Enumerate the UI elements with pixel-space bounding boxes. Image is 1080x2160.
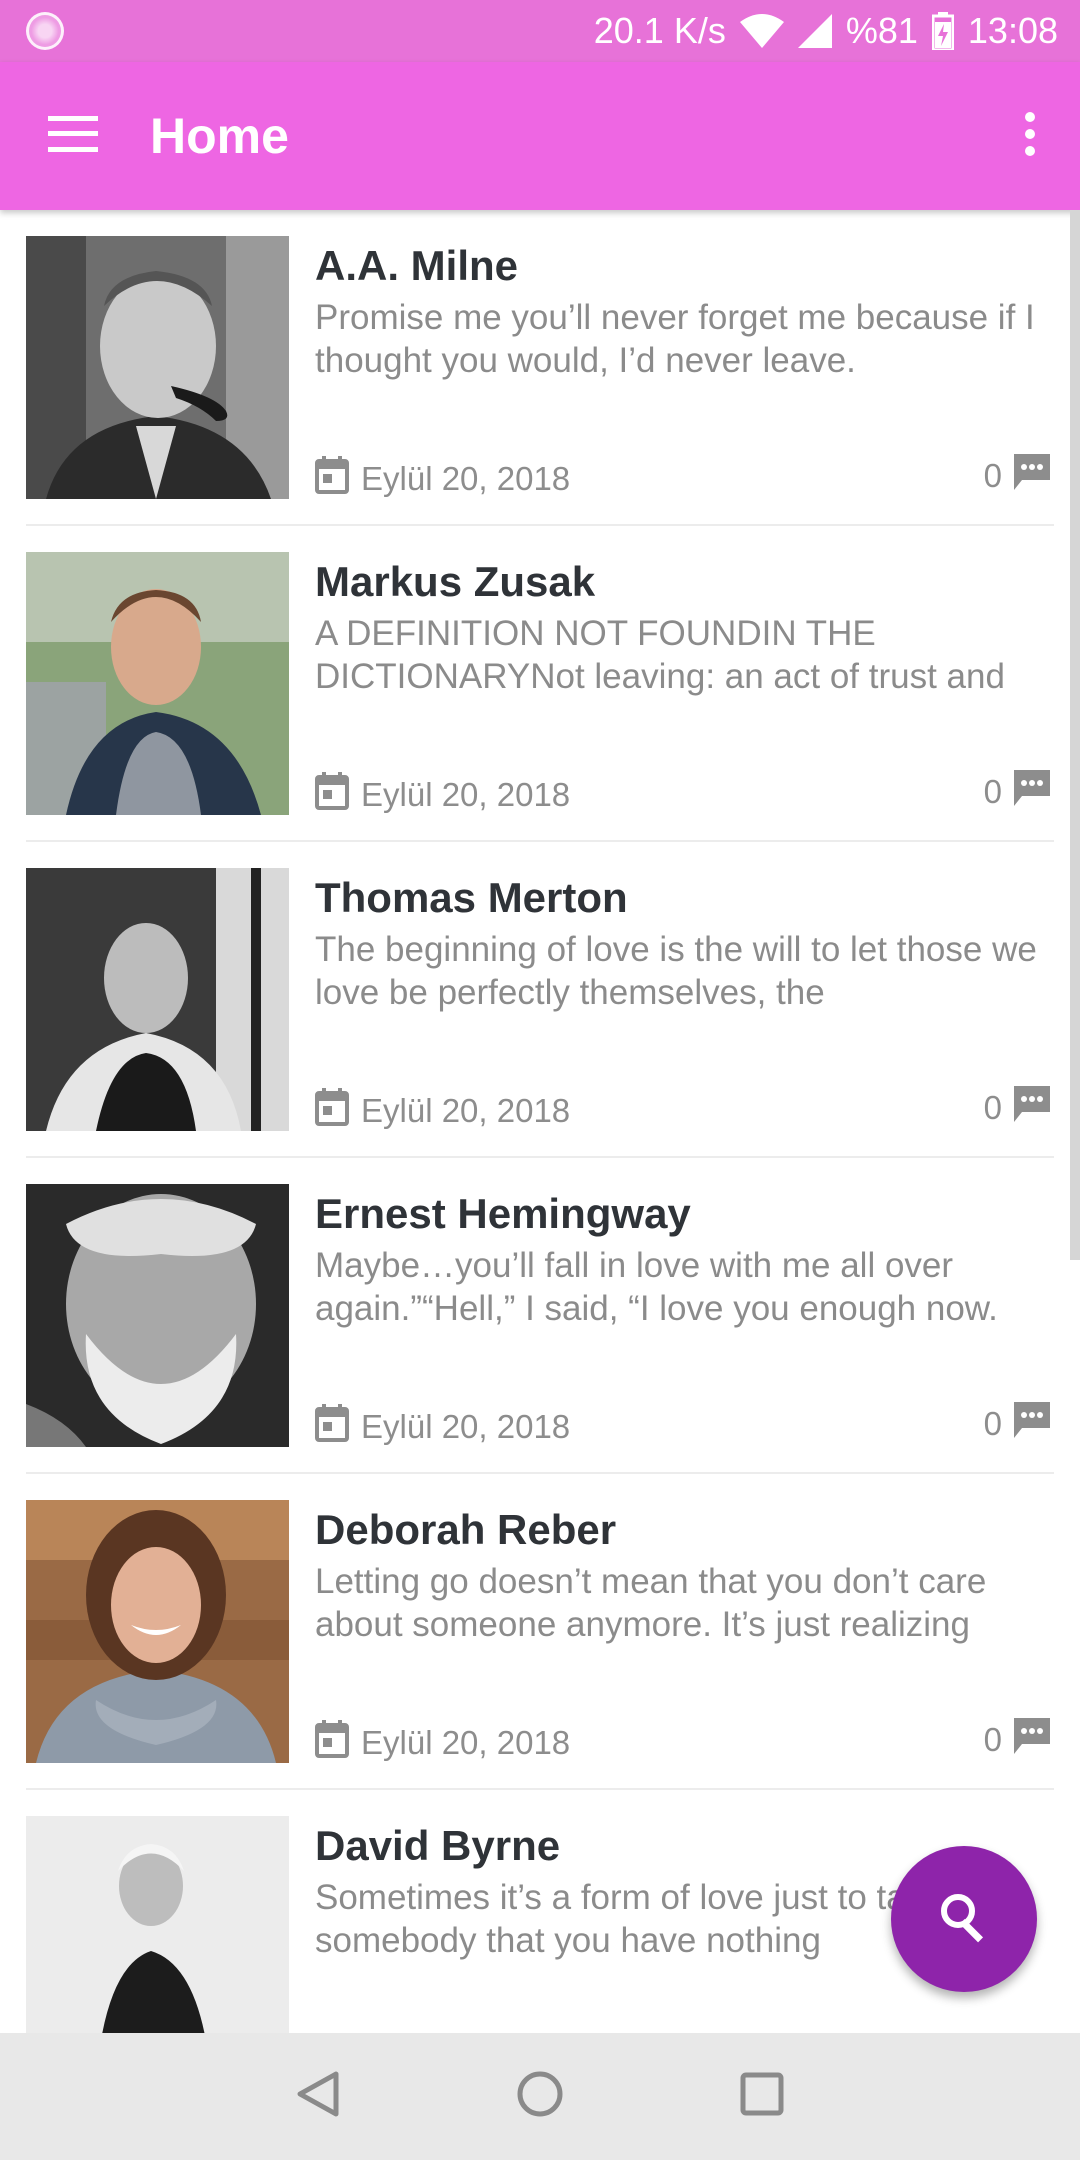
author-photo (26, 236, 289, 499)
calendar-icon (315, 1088, 349, 1134)
author-name: David Byrne (315, 1822, 561, 1869)
list-item[interactable]: Ernest Hemingway Maybe…you’ll fall in lo… (26, 1158, 1054, 1474)
comment-count-label: 0 (983, 1089, 1002, 1126)
author-name: Thomas Merton (315, 874, 628, 921)
author-photo (26, 868, 289, 1131)
post-date: Eylül 20, 2018 (315, 1720, 570, 1766)
author-photo (26, 552, 289, 815)
date-label: Eylül 20, 2018 (361, 1724, 571, 1761)
comment-icon (1014, 1718, 1050, 1762)
calendar-icon (315, 772, 349, 818)
scrollbar[interactable] (1070, 210, 1080, 1260)
comment-count[interactable]: 0 (984, 1086, 1050, 1130)
comment-icon (1014, 454, 1050, 498)
comment-icon (1014, 770, 1050, 814)
author-photo (26, 1500, 289, 1763)
author-name: Deborah Reber (315, 1506, 617, 1553)
signal-icon (797, 14, 832, 48)
date-label: Eylül 20, 2018 (361, 1092, 571, 1129)
list-item[interactable]: Thomas Merton The beginning of love is t… (26, 842, 1054, 1158)
quote-list[interactable]: A.A. Milne Promise me you’ll never forge… (0, 210, 1080, 2033)
page-title: Home (150, 108, 289, 164)
status-bar: 20.1 K/s %81 13:08 (0, 0, 1080, 62)
quote-text: A DEFINITION NOT FOUNDIN THE DICTIONARYN… (315, 614, 1005, 696)
author-photo (26, 1816, 289, 2033)
comment-count[interactable]: 0 (984, 770, 1050, 814)
clock: 13:08 (967, 10, 1058, 51)
list-item[interactable]: A.A. Milne Promise me you’ll never forge… (26, 210, 1054, 526)
post-date: Eylül 20, 2018 (315, 456, 570, 502)
comment-count-label: 0 (983, 773, 1002, 810)
post-date: Eylül 20, 2018 (315, 1404, 570, 1450)
hamburger-menu-icon (48, 115, 98, 157)
comment-count[interactable]: 0 (984, 1718, 1050, 1762)
notification-icon (26, 12, 64, 50)
home-button[interactable] (429, 2033, 651, 2160)
system-navigation-bar (0, 2033, 1080, 2160)
calendar-icon (315, 456, 349, 502)
date-label: Eylül 20, 2018 (361, 1408, 571, 1445)
comment-icon (1014, 1402, 1050, 1446)
recents-square-icon (740, 2072, 784, 2121)
author-name: Ernest Hemingway (315, 1190, 691, 1237)
search-button[interactable] (891, 1846, 1037, 1992)
list-item[interactable]: Deborah Reber Letting go doesn’t mean th… (26, 1474, 1054, 1790)
back-button[interactable] (207, 2033, 429, 2160)
quote-text: Letting go doesn’t mean that you don’t c… (315, 1562, 987, 1644)
calendar-icon (315, 1720, 349, 1766)
post-date: Eylül 20, 2018 (315, 772, 570, 818)
author-name: Markus Zusak (315, 558, 596, 605)
more-options-button[interactable] (980, 62, 1080, 210)
list-item[interactable]: Markus Zusak A DEFINITION NOT FOUNDIN TH… (26, 526, 1054, 842)
comment-count[interactable]: 0 (984, 454, 1050, 498)
date-label: Eylül 20, 2018 (361, 776, 571, 813)
more-vert-icon (1024, 111, 1036, 161)
comment-count-label: 0 (983, 1405, 1002, 1442)
comment-count-label: 0 (983, 457, 1002, 494)
network-speed: 20.1 K/s (593, 10, 726, 51)
wifi-icon (739, 14, 784, 48)
comment-icon (1014, 1086, 1050, 1130)
app-bar: Home (0, 62, 1080, 210)
comment-count-label: 0 (983, 1721, 1002, 1758)
quote-text: The beginning of love is the will to let… (315, 930, 1037, 1012)
date-label: Eylül 20, 2018 (361, 460, 571, 497)
battery-charging-icon (931, 12, 954, 50)
author-photo (26, 1184, 289, 1447)
back-triangle-icon (296, 2070, 340, 2123)
battery-percent: %81 (845, 10, 918, 51)
quote-text: Maybe…you’ll fall in love with me all ov… (315, 1246, 998, 1328)
home-circle-icon (517, 2071, 563, 2122)
post-date: Eylül 20, 2018 (315, 1088, 570, 1134)
comment-count[interactable]: 0 (984, 1402, 1050, 1446)
author-name: A.A. Milne (315, 242, 519, 289)
quote-text: Promise me you’ll never forget me becaus… (315, 298, 1035, 380)
recents-button[interactable] (651, 2033, 873, 2160)
search-icon (938, 1891, 990, 1948)
calendar-icon (315, 1404, 349, 1450)
